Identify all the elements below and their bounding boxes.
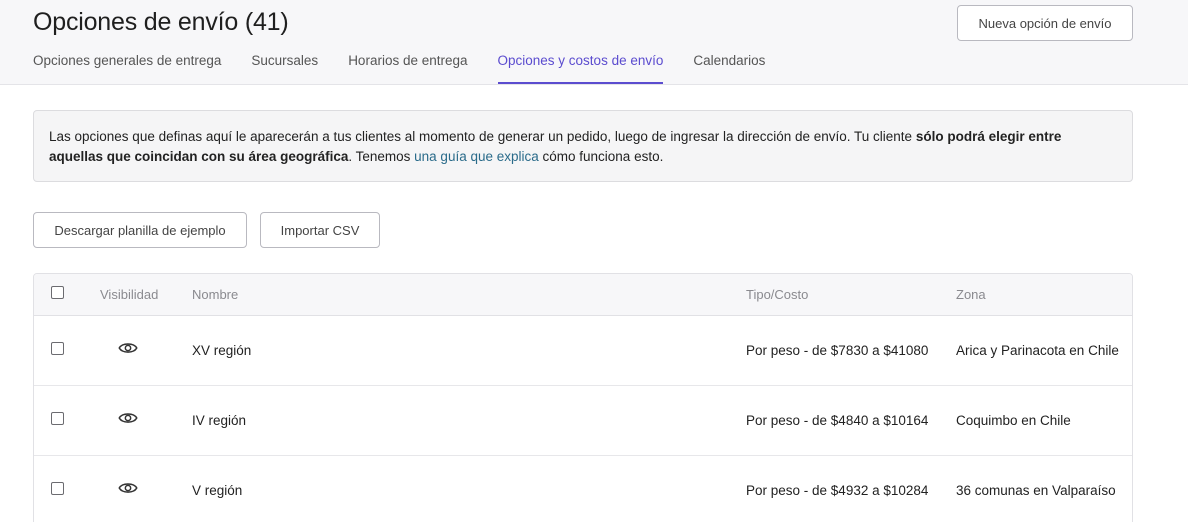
eye-icon[interactable] (118, 340, 138, 356)
page-title: Opciones de envío (41) (33, 8, 289, 36)
info-text-3: cómo funciona esto. (538, 149, 664, 164)
row-checkbox[interactable] (51, 412, 64, 425)
table-row[interactable]: XV región Por peso - de $7830 a $41080 A… (34, 316, 1132, 386)
import-csv-button[interactable]: Importar CSV (260, 212, 380, 248)
tab-bar: Opciones generales de entrega Sucursales… (33, 46, 795, 85)
row-type-cost: Por peso - de $7830 a $41080 (746, 343, 929, 358)
tab-shipping-options-costs[interactable]: Opciones y costos de envío (497, 46, 664, 84)
page-header: Opciones de envío (41) Nueva opción de e… (0, 0, 1188, 85)
row-type-cost: Por peso - de $4932 a $10284 (746, 483, 929, 498)
row-zone: Coquimbo en Chile (956, 413, 1071, 428)
download-template-button[interactable]: Descargar planilla de ejemplo (33, 212, 247, 248)
column-header-visibility: Visibilidad (100, 287, 159, 302)
tab-calendars[interactable]: Calendarios (693, 46, 765, 84)
row-checkbox[interactable] (51, 342, 64, 355)
info-text-2: . Tenemos (348, 149, 415, 164)
select-all-checkbox[interactable] (51, 286, 64, 299)
row-type-cost: Por peso - de $4840 a $10164 (746, 413, 929, 428)
row-name: IV región (192, 413, 247, 428)
tab-general-delivery-options[interactable]: Opciones generales de entrega (33, 46, 221, 84)
row-zone: Arica y Parinacota en Chile (956, 343, 1119, 358)
row-name: V región (192, 483, 243, 498)
column-header-zone: Zona (956, 287, 986, 302)
row-name: XV región (192, 343, 252, 358)
guide-link[interactable]: una guía que explica (414, 149, 539, 164)
column-header-name: Nombre (192, 287, 239, 302)
tab-branches[interactable]: Sucursales (251, 46, 318, 84)
shipping-options-table: Visibilidad Nombre Tipo/Costo Zona XV re… (33, 273, 1133, 522)
info-notice: Las opciones que definas aquí le aparece… (33, 110, 1133, 182)
tab-delivery-hours[interactable]: Horarios de entrega (348, 46, 467, 84)
eye-icon[interactable] (118, 480, 138, 496)
table-header: Visibilidad Nombre Tipo/Costo Zona (34, 274, 1132, 316)
row-checkbox[interactable] (51, 482, 64, 495)
row-zone: 36 comunas en Valparaíso (956, 483, 1116, 498)
info-text: Las opciones que definas aquí le aparece… (49, 129, 916, 144)
new-shipping-option-button[interactable]: Nueva opción de envío (957, 5, 1133, 41)
table-row[interactable]: V región Por peso - de $4932 a $10284 36… (34, 456, 1132, 522)
column-header-type-cost: Tipo/Costo (746, 287, 809, 302)
table-row[interactable]: IV región Por peso - de $4840 a $10164 C… (34, 386, 1132, 456)
eye-icon[interactable] (118, 410, 138, 426)
